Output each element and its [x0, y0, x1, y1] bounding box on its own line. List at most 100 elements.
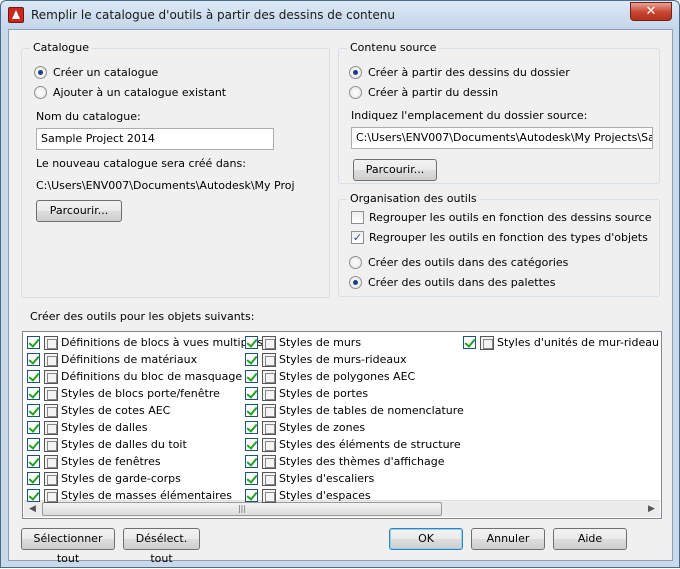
object-type-item[interactable]: Styles d'escaliers [245, 470, 374, 487]
checkbox-checked-icon[interactable] [27, 387, 40, 400]
title-bar[interactable]: Remplir le catalogue d'outils à partir d… [1, 1, 679, 29]
add-to-catalogue-radio[interactable]: Ajouter à un catalogue existant [34, 86, 226, 99]
object-type-item[interactable]: Styles de murs [245, 334, 361, 351]
object-style-icon [44, 335, 58, 350]
group-by-type-label: Regrouper les outils en fonction des typ… [369, 231, 648, 244]
close-button[interactable]: ✕ [630, 2, 672, 21]
object-style-icon [262, 454, 276, 469]
object-style-icon [480, 335, 494, 350]
object-style-icon [44, 471, 58, 486]
checkbox-checked-icon[interactable] [245, 455, 258, 468]
objects-checklist[interactable]: ◀ ||| ▶ Définitions de blocs à vues mult… [22, 331, 662, 519]
scrollbar-thumb[interactable]: ||| [42, 502, 442, 516]
checkbox-checked-icon[interactable] [27, 455, 40, 468]
ok-button[interactable]: OK [389, 528, 463, 550]
checkbox-checked-icon[interactable] [27, 336, 40, 349]
checkbox-checked-icon[interactable] [27, 353, 40, 366]
object-type-label: Styles de murs [279, 336, 362, 349]
object-type-item[interactable]: Styles de murs-rideaux [245, 351, 407, 368]
object-type-item[interactable]: Définitions du bloc de masquage [27, 368, 242, 385]
checkbox-checked-icon[interactable] [27, 421, 40, 434]
from-folder-label: Créer à partir des dessins du dossier [368, 66, 570, 79]
object-style-icon [44, 454, 58, 469]
checkbox-checked-icon[interactable] [463, 336, 476, 349]
group-by-source-label: Regrouper les outils en fonction des des… [369, 211, 652, 224]
object-type-item[interactable]: Styles de dalles du toit [27, 436, 187, 453]
radio-selected-icon [34, 66, 47, 79]
categories-radio[interactable]: Créer des outils dans des catégories [349, 256, 568, 269]
dialog-window: Remplir le catalogue d'outils à partir d… [0, 0, 680, 568]
object-style-icon [262, 335, 276, 350]
select-all-button[interactable]: Sélectionner tout [21, 528, 115, 565]
object-type-item[interactable]: Définitions de blocs à vues multiples [27, 334, 263, 351]
checkbox-checked-icon[interactable] [245, 404, 258, 417]
object-style-icon [44, 386, 58, 401]
checkbox-checked-icon[interactable] [27, 472, 40, 485]
object-type-item[interactable]: Styles de polygones AEC [245, 368, 415, 385]
scroll-right-arrow-icon[interactable]: ▶ [643, 501, 660, 517]
dialog-title: Remplir le catalogue d'outils à partir d… [31, 8, 395, 22]
cancel-button[interactable]: Annuler [471, 528, 545, 550]
object-type-label: Styles de cotes AEC [61, 404, 171, 417]
object-type-label: Styles des éléments de structure [279, 438, 461, 451]
checkbox-checked-icon[interactable] [27, 370, 40, 383]
checkbox-checked-icon[interactable] [245, 489, 258, 502]
help-button[interactable]: Aide [553, 528, 627, 550]
radio-selected-icon [349, 276, 362, 289]
organisation-group: Organisation des outils Regrouper les ou… [338, 192, 660, 297]
object-type-item[interactable]: Styles de fenêtres [27, 453, 161, 470]
checkbox-checked-icon[interactable] [245, 387, 258, 400]
checkbox-checked-icon[interactable] [27, 404, 40, 417]
object-type-label: Définitions de matériaux [61, 353, 198, 366]
object-type-item[interactable]: Styles des éléments de structure [245, 436, 461, 453]
checkbox-checked-icon[interactable] [245, 370, 258, 383]
object-type-label: Styles de polygones AEC [279, 370, 416, 383]
from-drawing-radio[interactable]: Créer à partir du dessin [349, 86, 498, 99]
catalogue-name-label: Nom du catalogue: [36, 110, 141, 123]
objects-list-label: Créer des outils pour les objets suivant… [30, 310, 255, 323]
object-type-item[interactable]: Styles de tables de nomenclature [245, 402, 464, 419]
from-folder-radio[interactable]: Créer à partir des dessins du dossier [349, 66, 570, 79]
group-by-type-checkbox[interactable]: ✓ Regrouper les outils en fonction des t… [351, 231, 648, 244]
checkbox-checked-icon[interactable] [245, 438, 258, 451]
object-type-item[interactable]: Styles d'unités de mur-rideau [463, 334, 659, 351]
checkbox-checked-icon[interactable] [245, 472, 258, 485]
checkbox-checked-icon[interactable] [27, 438, 40, 451]
checkbox-checked-icon: ✓ [351, 231, 364, 244]
create-catalogue-radio[interactable]: Créer un catalogue [34, 66, 158, 79]
palettes-radio[interactable]: Créer des outils dans des palettes [349, 276, 555, 289]
source-browse-button[interactable]: Parcourir... [353, 159, 437, 181]
object-type-item[interactable]: Styles de garde-corps [27, 470, 181, 487]
object-type-label: Définitions du bloc de masquage [61, 370, 243, 383]
object-type-item[interactable]: Styles de zones [245, 419, 365, 436]
object-type-item[interactable]: Styles de dalles [27, 419, 147, 436]
source-group-label: Contenu source [347, 41, 440, 54]
catalogue-browse-button[interactable]: Parcourir... [36, 200, 122, 222]
object-type-item[interactable]: Styles de cotes AEC [27, 402, 170, 419]
group-by-source-checkbox[interactable]: Regrouper les outils en fonction des des… [351, 211, 651, 224]
object-type-item[interactable]: Styles des thèmes d'affichage [245, 453, 445, 470]
radio-unselected-icon [349, 256, 362, 269]
created-in-label: Le nouveau catalogue sera créé dans: [36, 157, 246, 170]
object-type-item[interactable]: Styles de masses élémentaires [27, 487, 232, 504]
object-type-label: Styles d'unités de mur-rideau [497, 336, 659, 349]
palettes-label: Créer des outils dans des palettes [368, 276, 556, 289]
object-type-item[interactable]: Styles de blocs porte/fenêtre [27, 385, 220, 402]
checkbox-checked-icon[interactable] [245, 421, 258, 434]
source-location-input[interactable]: C:\Users\ENV007\Documents\Autodesk\My Pr… [351, 127, 653, 149]
checkbox-checked-icon[interactable] [27, 489, 40, 502]
deselect-all-button[interactable]: Désélect. tout [123, 528, 200, 565]
object-style-icon [262, 420, 276, 435]
checkbox-checked-icon[interactable] [245, 353, 258, 366]
object-style-icon [262, 471, 276, 486]
object-type-item[interactable]: Définitions de matériaux [27, 351, 197, 368]
catalogue-name-input[interactable]: Sample Project 2014 [36, 128, 274, 150]
dialog-client: Catalogue Créer un catalogue Ajouter à u… [8, 29, 673, 565]
categories-label: Créer des outils dans des catégories [368, 256, 569, 269]
object-type-item[interactable]: Styles d'espaces [245, 487, 371, 504]
object-style-icon [262, 352, 276, 367]
organisation-group-label: Organisation des outils [347, 192, 480, 205]
object-type-label: Styles de masses élémentaires [61, 489, 232, 502]
object-type-item[interactable]: Styles de portes [245, 385, 368, 402]
checkbox-checked-icon[interactable] [245, 336, 258, 349]
